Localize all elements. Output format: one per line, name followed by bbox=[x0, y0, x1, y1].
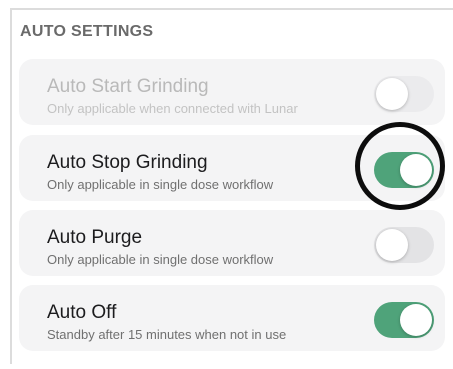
toggle-knob bbox=[376, 78, 408, 110]
toggle-knob bbox=[400, 154, 432, 186]
setting-subtitle: Only applicable when connected with Luna… bbox=[47, 101, 298, 116]
setting-title: Auto Start Grinding bbox=[47, 76, 209, 97]
auto-stop-grinding-toggle[interactable] bbox=[374, 152, 434, 188]
auto-off-toggle[interactable] bbox=[374, 302, 434, 338]
auto-start-grinding-toggle[interactable] bbox=[374, 76, 434, 112]
setting-subtitle: Only applicable in single dose workflow bbox=[47, 177, 274, 192]
setting-subtitle: Standby after 15 minutes when not in use bbox=[47, 327, 287, 342]
section-title: AUTO SETTINGS bbox=[20, 23, 154, 40]
setting-subtitle: Only applicable in single dose workflow bbox=[47, 252, 274, 267]
setting-row-auto-start-grinding: Auto Start Grinding Only applicable when… bbox=[19, 59, 445, 125]
setting-row-auto-stop-grinding: Auto Stop Grinding Only applicable in si… bbox=[19, 135, 445, 201]
setting-row-auto-off: Auto Off Standby after 15 minutes when n… bbox=[19, 285, 445, 351]
setting-title: Auto Off bbox=[47, 302, 117, 323]
toggle-knob bbox=[376, 229, 408, 261]
setting-title: Auto Stop Grinding bbox=[47, 152, 208, 173]
setting-title: Auto Purge bbox=[47, 227, 143, 248]
toggle-knob bbox=[400, 304, 432, 336]
auto-purge-toggle[interactable] bbox=[374, 227, 434, 263]
setting-row-auto-purge: Auto Purge Only applicable in single dos… bbox=[19, 210, 445, 276]
